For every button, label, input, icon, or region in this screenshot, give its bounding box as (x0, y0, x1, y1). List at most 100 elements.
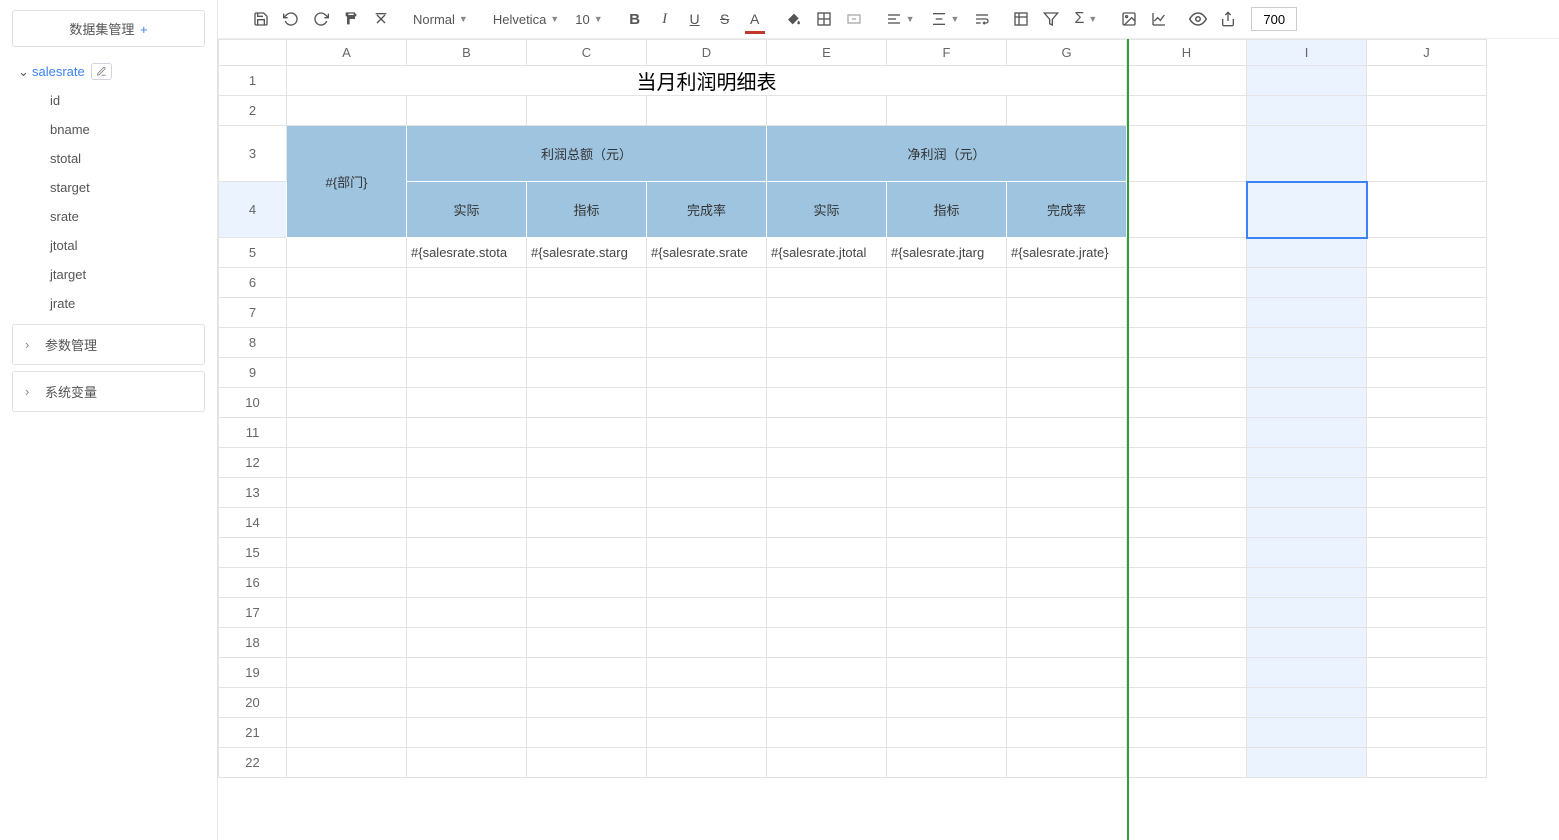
col-header-C[interactable]: C (527, 40, 647, 66)
cell[interactable] (1247, 568, 1367, 598)
cell[interactable] (647, 628, 767, 658)
cell[interactable] (287, 688, 407, 718)
field-srate[interactable]: srate (50, 202, 207, 231)
cell[interactable] (1367, 268, 1487, 298)
data-cell[interactable]: #{salesrate.starg (527, 238, 647, 268)
cell[interactable] (767, 658, 887, 688)
preview-icon[interactable] (1185, 6, 1211, 32)
cell[interactable] (1007, 598, 1127, 628)
sheet-wrap[interactable]: ABCDEFGHIJ1当月利润明细表23#{部门}利润总额（元）净利润（元）4实… (218, 39, 1559, 840)
cell[interactable] (1247, 126, 1367, 182)
cell[interactable] (887, 538, 1007, 568)
cell-H4[interactable] (1127, 182, 1247, 238)
cell[interactable] (1127, 298, 1247, 328)
cell[interactable] (1247, 358, 1367, 388)
cell[interactable] (527, 748, 647, 778)
cell[interactable] (647, 688, 767, 718)
subheader[interactable]: 实际 (767, 182, 887, 238)
cell[interactable] (767, 448, 887, 478)
image-icon[interactable] (1116, 6, 1142, 32)
cell[interactable] (1247, 658, 1367, 688)
cell[interactable] (1247, 748, 1367, 778)
cell[interactable] (1127, 96, 1247, 126)
cell[interactable] (407, 598, 527, 628)
cell[interactable] (1127, 748, 1247, 778)
cell[interactable] (1247, 388, 1367, 418)
cell[interactable] (527, 448, 647, 478)
merge-icon[interactable] (841, 6, 867, 32)
cell[interactable] (527, 358, 647, 388)
row-header-2[interactable]: 2 (219, 96, 287, 126)
cell[interactable] (887, 448, 1007, 478)
cell[interactable] (527, 628, 647, 658)
cell[interactable] (647, 718, 767, 748)
cell[interactable] (887, 96, 1007, 126)
col-header-G[interactable]: G (1007, 40, 1127, 66)
cell[interactable] (1367, 66, 1487, 96)
cell[interactable] (647, 538, 767, 568)
cell[interactable] (767, 628, 887, 658)
cell[interactable] (1127, 718, 1247, 748)
cell[interactable] (1247, 66, 1367, 96)
cell[interactable] (527, 298, 647, 328)
cell[interactable] (887, 328, 1007, 358)
dataset-header[interactable]: 数据集管理 + (12, 10, 205, 47)
cell[interactable] (1007, 658, 1127, 688)
cell[interactable] (407, 298, 527, 328)
cell[interactable] (287, 628, 407, 658)
cell[interactable] (407, 748, 527, 778)
row-header-21[interactable]: 21 (219, 718, 287, 748)
cell[interactable] (1127, 66, 1247, 96)
cell[interactable] (527, 508, 647, 538)
cell[interactable] (647, 388, 767, 418)
cell[interactable] (1367, 448, 1487, 478)
cell[interactable] (1367, 598, 1487, 628)
cell[interactable] (767, 568, 887, 598)
cell[interactable] (767, 96, 887, 126)
cell[interactable] (647, 748, 767, 778)
col-header-B[interactable]: B (407, 40, 527, 66)
row-header-18[interactable]: 18 (219, 628, 287, 658)
cell[interactable] (1127, 388, 1247, 418)
cell[interactable] (1007, 358, 1127, 388)
fontsize-dropdown[interactable]: 10 ▼ (569, 8, 608, 31)
row-header-8[interactable]: 8 (219, 328, 287, 358)
subheader[interactable]: 完成率 (1007, 182, 1127, 238)
cell[interactable] (767, 328, 887, 358)
field-jtarget[interactable]: jtarget (50, 260, 207, 289)
row-header-4[interactable]: 4 (219, 182, 287, 238)
redo-icon[interactable] (308, 6, 334, 32)
tree-node-salesrate[interactable]: ⌄ salesrate (14, 57, 207, 86)
cell[interactable] (1127, 568, 1247, 598)
col-header-E[interactable]: E (767, 40, 887, 66)
cell[interactable] (1367, 658, 1487, 688)
cell[interactable] (1367, 688, 1487, 718)
cell[interactable] (287, 298, 407, 328)
cell[interactable] (407, 628, 527, 658)
title-cell[interactable]: 当月利润明细表 (287, 66, 1127, 96)
cell[interactable] (767, 478, 887, 508)
fill-color-icon[interactable] (781, 6, 807, 32)
cell[interactable] (287, 96, 407, 126)
data-cell[interactable]: #{salesrate.stota (407, 238, 527, 268)
cell[interactable] (287, 418, 407, 448)
field-jtotal[interactable]: jtotal (50, 231, 207, 260)
cell[interactable] (1367, 508, 1487, 538)
cell[interactable] (1247, 538, 1367, 568)
cell[interactable] (767, 718, 887, 748)
cell-J4[interactable] (1367, 182, 1487, 238)
row-header-6[interactable]: 6 (219, 268, 287, 298)
style-dropdown[interactable]: Normal ▼ (407, 8, 474, 31)
cell[interactable] (767, 508, 887, 538)
cell[interactable] (287, 598, 407, 628)
cell[interactable] (1007, 418, 1127, 448)
cell[interactable] (407, 508, 527, 538)
cell[interactable] (1247, 298, 1367, 328)
subheader[interactable]: 指标 (887, 182, 1007, 238)
row-header-10[interactable]: 10 (219, 388, 287, 418)
cell[interactable] (1007, 748, 1127, 778)
cell[interactable] (1127, 688, 1247, 718)
data-cell[interactable]: #{salesrate.jtotal (767, 238, 887, 268)
cell[interactable] (647, 418, 767, 448)
cell[interactable] (407, 418, 527, 448)
